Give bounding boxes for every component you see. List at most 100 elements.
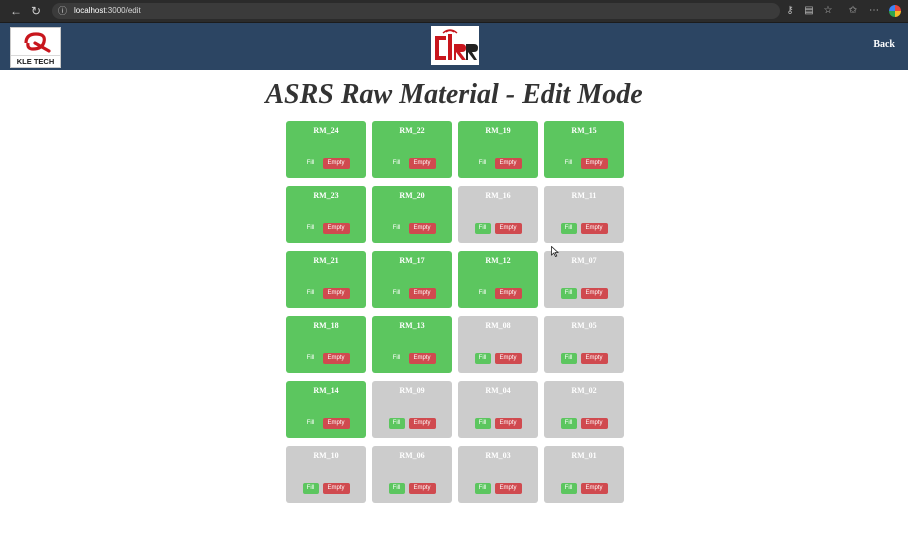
storage-grid: RM_24 Fill Empty RM_22 Fill Empty RM_19 Fill Emp… bbox=[286, 121, 625, 503]
fill-button[interactable]: Fill bbox=[303, 418, 319, 429]
fill-button[interactable]: Fill bbox=[475, 158, 491, 169]
empty-button[interactable]: Empty bbox=[322, 353, 350, 364]
back-link[interactable]: Back bbox=[873, 39, 895, 50]
fill-button[interactable]: Fill bbox=[388, 418, 405, 429]
fill-button[interactable]: Fill bbox=[475, 288, 491, 299]
empty-button[interactable]: Empty bbox=[408, 483, 436, 494]
fill-button[interactable]: Fill bbox=[303, 223, 319, 234]
slot-actions: Fill Empty bbox=[544, 223, 624, 234]
empty-button[interactable]: Empty bbox=[494, 353, 522, 364]
mouse-cursor-icon bbox=[551, 246, 559, 257]
refresh-icon[interactable]: ↻ bbox=[28, 3, 44, 19]
storage-slot: RM_23 Fill Empty bbox=[286, 186, 366, 243]
slot-actions: Fill Empty bbox=[372, 483, 452, 494]
empty-button[interactable]: Empty bbox=[580, 288, 608, 299]
slot-label: RM_20 bbox=[399, 191, 425, 200]
empty-button[interactable]: Empty bbox=[408, 288, 436, 299]
empty-button[interactable]: Empty bbox=[580, 483, 608, 494]
slot-actions: Fill Empty bbox=[286, 353, 366, 364]
fill-button[interactable]: Fill bbox=[474, 353, 491, 364]
storage-slot: RM_10 Fill Empty bbox=[286, 446, 366, 503]
storage-slot: RM_22 Fill Empty bbox=[372, 121, 452, 178]
storage-slot: RM_11 Fill Empty bbox=[544, 186, 624, 243]
back-arrow-icon[interactable]: ← bbox=[8, 3, 24, 19]
fill-button[interactable]: Fill bbox=[303, 158, 319, 169]
empty-button[interactable]: Empty bbox=[408, 223, 436, 234]
fill-button[interactable]: Fill bbox=[560, 223, 577, 234]
info-icon[interactable]: ⓘ bbox=[58, 3, 67, 19]
fill-button[interactable]: Fill bbox=[388, 483, 405, 494]
slot-actions: Fill Empty bbox=[372, 223, 452, 234]
fill-button[interactable]: Fill bbox=[303, 288, 319, 299]
fill-button[interactable]: Fill bbox=[560, 353, 577, 364]
slot-label: RM_21 bbox=[313, 256, 339, 265]
fill-button[interactable]: Fill bbox=[561, 158, 577, 169]
empty-button[interactable]: Empty bbox=[408, 418, 436, 429]
storage-slot: RM_01 Fill Empty bbox=[544, 446, 624, 503]
fill-button[interactable]: Fill bbox=[303, 353, 319, 364]
empty-button[interactable]: Empty bbox=[580, 158, 608, 169]
fill-button[interactable]: Fill bbox=[474, 223, 491, 234]
empty-button[interactable]: Empty bbox=[494, 418, 522, 429]
storage-slot: RM_02 Fill Empty bbox=[544, 381, 624, 438]
slot-label: RM_12 bbox=[485, 256, 511, 265]
ciirr-logo-icon bbox=[435, 29, 478, 60]
slot-label: RM_08 bbox=[485, 321, 511, 330]
fill-button[interactable]: Fill bbox=[474, 483, 491, 494]
empty-button[interactable]: Empty bbox=[322, 418, 350, 429]
empty-button[interactable]: Empty bbox=[322, 288, 350, 299]
empty-button[interactable]: Empty bbox=[494, 158, 522, 169]
slot-actions: Fill Empty bbox=[286, 418, 366, 429]
storage-slot: RM_15 Fill Empty bbox=[544, 121, 624, 178]
address-text[interactable]: localhost:3000/edit bbox=[74, 3, 141, 19]
empty-button[interactable]: Empty bbox=[494, 288, 522, 299]
slot-label: RM_22 bbox=[399, 126, 425, 135]
slot-actions: Fill Empty bbox=[458, 353, 538, 364]
url-host: localhost bbox=[74, 6, 106, 15]
empty-button[interactable]: Empty bbox=[408, 353, 436, 364]
slot-label: RM_16 bbox=[485, 191, 511, 200]
fill-button[interactable]: Fill bbox=[389, 223, 405, 234]
slot-label: RM_24 bbox=[313, 126, 339, 135]
slot-actions: Fill Empty bbox=[372, 288, 452, 299]
fill-button[interactable]: Fill bbox=[389, 288, 405, 299]
key-icon[interactable]: ⚷ bbox=[783, 3, 797, 19]
fill-button[interactable]: Fill bbox=[560, 418, 577, 429]
fill-button[interactable]: Fill bbox=[560, 483, 577, 494]
empty-button[interactable]: Empty bbox=[580, 418, 608, 429]
storage-slot: RM_13 Fill Empty bbox=[372, 316, 452, 373]
slot-label: RM_17 bbox=[399, 256, 425, 265]
fill-button[interactable]: Fill bbox=[302, 483, 319, 494]
empty-button[interactable]: Empty bbox=[494, 223, 522, 234]
empty-button[interactable]: Empty bbox=[322, 158, 350, 169]
empty-button[interactable]: Empty bbox=[580, 353, 608, 364]
fill-button[interactable]: Fill bbox=[389, 353, 405, 364]
fill-button[interactable]: Fill bbox=[389, 158, 405, 169]
fill-button[interactable]: Fill bbox=[560, 288, 577, 299]
storage-slot: RM_07 Fill Empty bbox=[544, 251, 624, 308]
slot-label: RM_19 bbox=[485, 126, 511, 135]
slot-actions: Fill Empty bbox=[372, 158, 452, 169]
empty-button[interactable]: Empty bbox=[322, 223, 350, 234]
storage-slot: RM_05 Fill Empty bbox=[544, 316, 624, 373]
slot-label: RM_05 bbox=[571, 321, 597, 330]
more-menu-icon[interactable]: ⋯ bbox=[867, 3, 881, 19]
favorites-icon[interactable]: ✩ bbox=[846, 3, 860, 19]
fill-button[interactable]: Fill bbox=[474, 418, 491, 429]
favorite-star-icon[interactable]: ☆ bbox=[821, 3, 835, 19]
copilot-icon[interactable] bbox=[889, 5, 901, 17]
storage-slot: RM_09 Fill Empty bbox=[372, 381, 452, 438]
storage-slot: RM_08 Fill Empty bbox=[458, 316, 538, 373]
url-path: :3000/edit bbox=[105, 6, 141, 15]
slot-actions: Fill Empty bbox=[544, 418, 624, 429]
address-bar[interactable]: ⓘ localhost:3000/edit bbox=[52, 3, 780, 19]
empty-button[interactable]: Empty bbox=[322, 483, 350, 494]
ciirr-logo bbox=[431, 26, 479, 65]
empty-button[interactable]: Empty bbox=[494, 483, 522, 494]
storage-slot: RM_21 Fill Empty bbox=[286, 251, 366, 308]
empty-button[interactable]: Empty bbox=[408, 158, 436, 169]
slot-actions: Fill Empty bbox=[286, 483, 366, 494]
slot-label: RM_14 bbox=[313, 386, 339, 395]
empty-button[interactable]: Empty bbox=[580, 223, 608, 234]
reader-icon[interactable]: ▤ bbox=[802, 3, 816, 19]
